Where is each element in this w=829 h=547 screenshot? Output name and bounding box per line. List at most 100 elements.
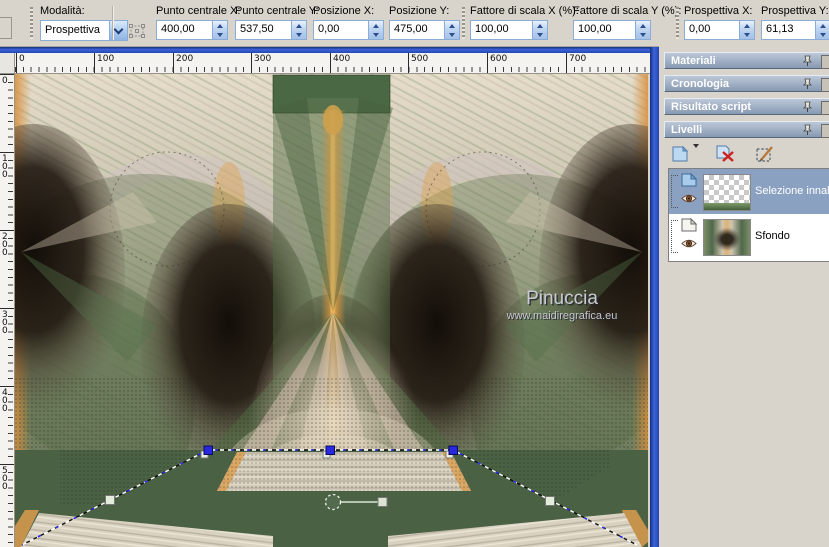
- spinner: [212, 21, 227, 39]
- new-layer-button[interactable]: [667, 142, 703, 166]
- field-group-posizione-x: Posizione X:: [313, 5, 384, 40]
- transform-handle-right-mid[interactable]: [545, 496, 555, 506]
- delete-layer-button[interactable]: [711, 142, 741, 166]
- layer-thumbnail: [703, 219, 751, 256]
- layer-link-bracket[interactable]: [671, 175, 678, 208]
- field-label: Fattore di scala Y (%):: [573, 5, 682, 17]
- spinner-down-button[interactable]: [369, 30, 383, 39]
- pin-icon[interactable]: [802, 78, 813, 90]
- panel-header-livelli[interactable]: Livelli: [664, 121, 829, 138]
- panel-title: Livelli: [671, 124, 703, 136]
- spinner-down-button[interactable]: [740, 30, 754, 39]
- psp-application-window: Modalità: Prospettiva Punto centrale X:: [0, 0, 829, 547]
- canvas-image[interactable]: Pinuccia Pinuccia www.maidiregrafica.eu …: [0, 74, 723, 547]
- spinner-down-button[interactable]: [292, 30, 306, 39]
- panel-header-materiali[interactable]: Materiali: [664, 52, 829, 69]
- prospettiva-x-input[interactable]: [687, 22, 740, 36]
- horizontal-ruler: 0 100 200 300 400 500 600 700: [15, 53, 650, 74]
- new-layer-icon: [672, 145, 689, 162]
- fattore-scala-x-input[interactable]: [473, 22, 533, 36]
- posizione-x-field[interactable]: [313, 20, 384, 40]
- right-dock-panel: Materiali Cronologia Risultato script Li…: [659, 46, 829, 547]
- spinner: [532, 21, 547, 39]
- edit-selection-icon: [756, 146, 773, 162]
- posizione-x-input[interactable]: [316, 22, 369, 36]
- field-group-centro-x: Punto centrale X:: [156, 5, 240, 40]
- field-label: Prospettiva Y:: [761, 5, 829, 17]
- layers-list: Selezione innalzata Sfondo: [668, 168, 829, 262]
- mode-group: Modalità: Prospettiva: [40, 5, 128, 41]
- spinner-down-button[interactable]: [533, 30, 547, 39]
- prospettiva-y-field[interactable]: [761, 20, 829, 40]
- field-group-prospettiva-y: Prospettiva Y:: [761, 5, 829, 40]
- field-group-scala-y: Fattore di scala Y (%):: [573, 5, 682, 40]
- image-window-right-border: [650, 47, 659, 547]
- panel-title: Materiali: [671, 55, 716, 67]
- posizione-y-input[interactable]: [392, 22, 445, 36]
- field-label: Posizione Y:: [389, 5, 450, 17]
- field-group-centro-y: Punto centrale Y:: [235, 5, 319, 40]
- prospettiva-x-field[interactable]: [684, 20, 755, 40]
- layer-thumbnail: [703, 174, 751, 211]
- toolbar-grip[interactable]: [676, 7, 679, 39]
- prospettiva-y-input[interactable]: [764, 22, 816, 36]
- pin-icon[interactable]: [802, 101, 813, 113]
- pin-icon[interactable]: [802, 124, 813, 136]
- pick-rectangle-button[interactable]: [126, 21, 148, 41]
- mode-dropdown[interactable]: Prospettiva: [40, 20, 128, 41]
- panel-header-cronologia[interactable]: Cronologia: [664, 75, 829, 92]
- chevron-down-icon: [693, 144, 699, 160]
- spinner-down-button[interactable]: [213, 30, 227, 39]
- field-group-posizione-y: Posizione Y:: [389, 5, 460, 40]
- panel-title: Risultato script: [671, 101, 752, 113]
- spinner: [444, 21, 459, 39]
- toolbar-grip[interactable]: [30, 7, 33, 39]
- field-group-scala-x: Fattore di scala X (%):: [470, 5, 579, 40]
- eye-icon[interactable]: [681, 193, 697, 204]
- pick-bounds-icon[interactable]: [0, 17, 12, 39]
- panel-lock-icon[interactable]: [821, 78, 829, 92]
- panel-lock-icon[interactable]: [821, 55, 829, 69]
- spinner-down-button[interactable]: [816, 30, 829, 39]
- layer-page-icon: [681, 173, 697, 187]
- posizione-y-field[interactable]: [389, 20, 460, 40]
- layer-page-icon: [681, 218, 697, 232]
- spinner: [291, 21, 306, 39]
- svg-text:Pinuccia: Pinuccia: [526, 288, 598, 309]
- punto-centrale-y-input[interactable]: [238, 22, 292, 36]
- spinner: [739, 21, 754, 39]
- layer-name: Sfondo: [755, 230, 790, 242]
- fattore-scala-y-field[interactable]: [573, 20, 651, 40]
- transform-pivot-handle[interactable]: [324, 493, 342, 511]
- field-group-prospettiva-x: Prospettiva X:: [684, 5, 755, 40]
- delete-layer-icon: [716, 145, 734, 162]
- pick-rectangle-icon: [129, 24, 145, 38]
- panel-header-risultato-script[interactable]: Risultato script: [664, 98, 829, 115]
- panel-lock-icon[interactable]: [821, 101, 829, 115]
- punto-centrale-y-field[interactable]: [235, 20, 307, 40]
- layer-row-sfondo[interactable]: Sfondo: [669, 214, 829, 259]
- transform-handle-left-mid[interactable]: [105, 495, 115, 505]
- spinner-down-button[interactable]: [445, 30, 459, 39]
- field-label: Fattore di scala X (%):: [470, 5, 579, 17]
- ruler-corner: [0, 53, 15, 74]
- edit-selection-button[interactable]: [751, 142, 781, 166]
- panel-title: Cronologia: [671, 78, 730, 90]
- spinner-down-button[interactable]: [636, 30, 650, 39]
- pin-icon[interactable]: [802, 55, 813, 67]
- punto-centrale-x-field[interactable]: [156, 20, 228, 40]
- eye-icon[interactable]: [681, 238, 697, 249]
- fattore-scala-y-input[interactable]: [576, 22, 636, 36]
- toolbar-grip[interactable]: [462, 7, 465, 39]
- canvas-area[interactable]: Pinuccia Pinuccia www.maidiregrafica.eu …: [0, 74, 723, 547]
- spinner: [635, 21, 650, 39]
- punto-centrale-x-input[interactable]: [159, 22, 213, 36]
- layer-name: Selezione innalzata: [755, 185, 829, 197]
- layer-row-selezione-innalzata[interactable]: Selezione innalzata: [669, 169, 829, 214]
- layer-link-bracket[interactable]: [671, 220, 678, 253]
- tool-options-bar: Modalità: Prospettiva Punto centrale X:: [0, 0, 829, 47]
- mode-label: Modalità:: [40, 5, 85, 17]
- spinner: [815, 21, 829, 39]
- fattore-scala-x-field[interactable]: [470, 20, 548, 40]
- panel-minimize-icon[interactable]: [821, 124, 829, 138]
